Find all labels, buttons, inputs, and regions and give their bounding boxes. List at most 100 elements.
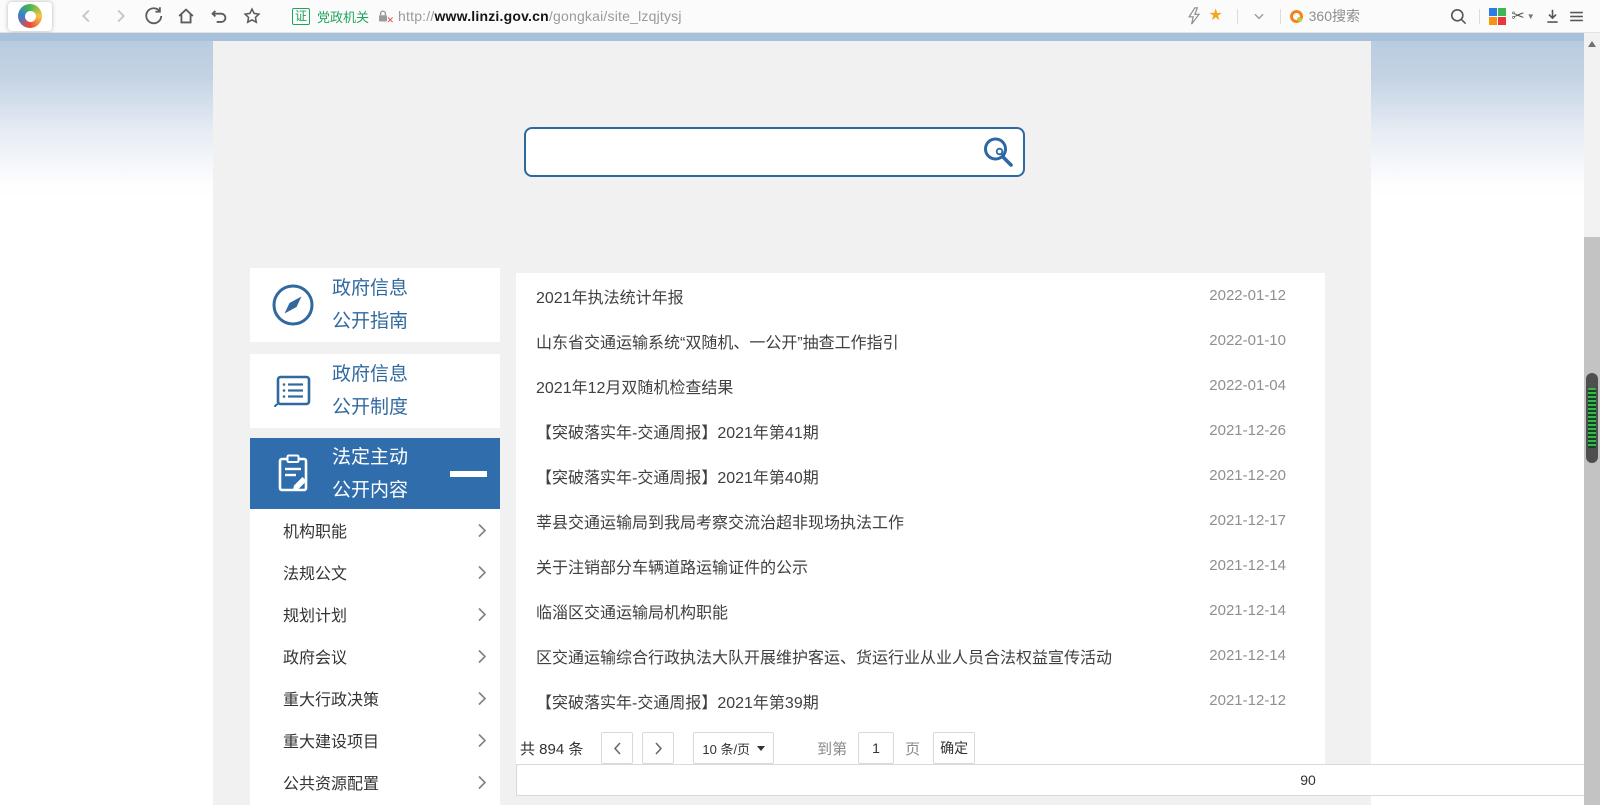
collapse-minus-icon[interactable]: [450, 470, 487, 477]
sidebar-menu-item[interactable]: 政府会议: [250, 635, 500, 677]
sidebar-card-guide[interactable]: 政府信息 公开指南: [250, 268, 500, 342]
screenshot-scissors-icon[interactable]: ✂ ▼: [1506, 4, 1540, 28]
scroll-up-icon[interactable]: [1588, 41, 1596, 47]
chevron-down-icon[interactable]: [1247, 4, 1271, 28]
webpage: 政府信息 公开指南 政府信息 公开制度 法定主动 公开内容 机构职能 法规公文 …: [0, 33, 1600, 805]
list-item[interactable]: 山东省交通运输系统“双随机、一公开”抽查工作指引 2022-01-10: [516, 318, 1325, 363]
page-button[interactable]: 90: [516, 764, 1600, 796]
list-item[interactable]: 【突破落实年-交通周报】2021年第41期 2021-12-26: [516, 408, 1325, 453]
article-date: 2021-12-14: [1209, 557, 1286, 574]
refresh-icon[interactable]: [141, 4, 165, 28]
list-item[interactable]: 临淄区交通运输局机构职能 2021-12-14: [516, 588, 1325, 633]
lock-cross-icon: ✕: [386, 14, 395, 25]
article-date: 2022-01-12: [1209, 287, 1286, 304]
menu-item-label: 规划计划: [283, 608, 348, 625]
scrollbar-track[interactable]: [1584, 33, 1600, 805]
bookmark-star-icon[interactable]: [240, 4, 264, 28]
goto-page: 到第 页 确定: [817, 732, 976, 764]
sidebar-menu-item[interactable]: 重大建设项目: [250, 719, 500, 761]
sidebar-card-active-disclosure[interactable]: 法定主动 公开内容: [250, 438, 500, 509]
article-date: 2021-12-26: [1209, 422, 1286, 439]
notebook-icon: [270, 368, 316, 414]
divider: [1279, 8, 1281, 24]
list-item[interactable]: 【突破落实年-交通周报】2021年第39期 2021-12-12: [516, 678, 1325, 723]
home-icon[interactable]: [174, 4, 198, 28]
flash-icon[interactable]: [1180, 4, 1204, 28]
sidebar-menu-item[interactable]: 机构职能: [250, 509, 500, 551]
list-item[interactable]: 区交通运输综合行政执法大队开展维护客运、货运行业从业人员合法权益宣传活动 202…: [516, 633, 1325, 678]
menu-hamburger-icon[interactable]: [1564, 4, 1588, 28]
chevron-right-icon: [478, 775, 487, 789]
confirm-button[interactable]: 确定: [933, 732, 976, 764]
menu-item-label: 法规公文: [283, 566, 348, 583]
page-top-strip: [0, 33, 1584, 41]
card-label-line1: 政府信息: [332, 278, 409, 299]
list-item[interactable]: 【突破落实年-交通周报】2021年第40期 2021-12-20: [516, 453, 1325, 498]
total-count: 共 894 条: [520, 740, 584, 758]
prev-page-button[interactable]: [601, 732, 634, 764]
browser-chrome: 证 党政机关 ✕ http://www.linzi.gov.cn/gongkai…: [0, 0, 1600, 33]
article-date: 2021-12-14: [1209, 602, 1286, 619]
magnifier-key-icon: [984, 137, 1013, 167]
search-engine-label[interactable]: 360搜索: [1309, 6, 1360, 26]
article-title[interactable]: 关于注销部分车辆道路运输证件的公示: [536, 554, 808, 578]
clipboard-pen-icon: [270, 451, 316, 497]
article-date: 2022-01-04: [1209, 377, 1286, 394]
list-item[interactable]: 2021年12月双随机检查结果 2022-01-04: [516, 363, 1325, 408]
chevron-right-icon: [478, 691, 487, 705]
browser-logo-icon: [18, 4, 42, 28]
sidebar-menu-item[interactable]: 规划计划: [250, 593, 500, 635]
site-cert-badge: 证: [292, 7, 311, 25]
chevron-right-icon: [478, 649, 487, 663]
sidebar-menu-item[interactable]: 重大行政决策: [250, 677, 500, 719]
scissors-caret-icon[interactable]: ▼: [1527, 12, 1535, 21]
address-bar[interactable]: 证 党政机关 ✕ http://www.linzi.gov.cn/gongkai…: [292, 7, 682, 26]
search-engine-logo-icon[interactable]: [1289, 9, 1303, 23]
url-scheme: http://: [398, 8, 435, 24]
chevron-right-icon: [478, 733, 487, 747]
article-title[interactable]: 临淄区交通运输局机构职能: [536, 599, 728, 623]
favorite-star-icon[interactable]: ★: [1204, 4, 1228, 28]
apps-grid-icon[interactable]: [1489, 7, 1506, 25]
article-title[interactable]: 【突破落实年-交通周报】2021年第40期: [536, 464, 819, 488]
search-button[interactable]: [979, 133, 1017, 171]
back-icon[interactable]: [75, 4, 99, 28]
article-rows: 2021年执法统计年报 2022-01-12 山东省交通运输系统“双随机、一公开…: [516, 273, 1325, 723]
article-date: 2022-01-10: [1209, 332, 1286, 349]
sidebar-menu: 机构职能 法规公文 规划计划 政府会议 重大行政决策 重大建设项目 公共资源配置: [250, 509, 500, 805]
next-page-button[interactable]: [642, 732, 675, 764]
card-label-line1: 政府信息: [332, 364, 409, 385]
list-item[interactable]: 莘县交通运输局到我局考察交流治超非现场执法工作 2021-12-17: [516, 498, 1325, 543]
scrollbar-thumb-grip: [1588, 388, 1596, 448]
insecure-lock-icon: ✕: [376, 9, 395, 25]
card-label-line1: 法定主动: [332, 446, 409, 468]
article-title[interactable]: 2021年执法统计年报: [536, 284, 684, 308]
card-label-line2: 公开指南: [332, 311, 409, 332]
download-icon[interactable]: [1540, 4, 1564, 28]
list-item[interactable]: 关于注销部分车辆道路运输证件的公示 2021-12-14: [516, 543, 1325, 588]
article-date: 2021-12-20: [1209, 467, 1286, 484]
browser-logo[interactable]: [8, 1, 52, 31]
search-input[interactable]: [526, 129, 979, 175]
goto-page-input[interactable]: [858, 732, 895, 764]
list-item[interactable]: 2021年执法统计年报 2022-01-12: [516, 273, 1325, 318]
article-title[interactable]: 区交通运输综合行政执法大队开展维护客运、货运行业从业人员合法权益宣传活动: [536, 644, 1112, 668]
chevron-right-icon: [478, 565, 487, 579]
article-title[interactable]: 山东省交通运输系统“双随机、一公开”抽查工作指引: [536, 329, 899, 353]
page-size-select[interactable]: 10 条/页: [693, 732, 775, 764]
menu-item-label: 政府会议: [283, 650, 348, 667]
article-title[interactable]: 莘县交通运输局到我局考察交流治超非现场执法工作: [536, 509, 904, 533]
article-title[interactable]: 【突破落实年-交通周报】2021年第39期: [536, 689, 819, 713]
toolbar-search-icon[interactable]: [1446, 4, 1470, 28]
sidebar-menu-item[interactable]: 公共资源配置: [250, 761, 500, 803]
undo-icon[interactable]: [207, 4, 231, 28]
forward-icon[interactable]: [108, 4, 132, 28]
sidebar-menu-item[interactable]: 法规公文: [250, 551, 500, 593]
compass-icon: [270, 282, 316, 328]
article-title[interactable]: 【突破落实年-交通周报】2021年第41期: [536, 419, 819, 443]
article-title[interactable]: 2021年12月双随机检查结果: [536, 374, 733, 398]
site-search-box: [524, 127, 1025, 177]
sidebar-card-rules[interactable]: 政府信息 公开制度: [250, 354, 500, 428]
goto-prefix-label: 到第: [817, 740, 848, 758]
scrollbar-thumb[interactable]: [1586, 373, 1598, 463]
